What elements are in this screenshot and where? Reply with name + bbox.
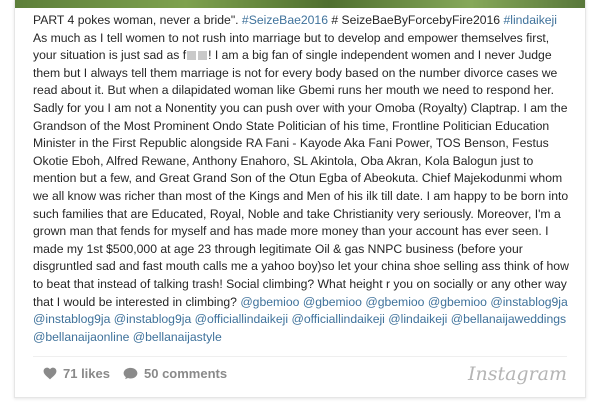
post-footer: 71 likes 50 comments Instagram	[33, 362, 573, 390]
instagram-embed-card: PART 4 pokes woman, never a bride". #Sei…	[14, 0, 586, 398]
comments-count[interactable]: 50 comments	[123, 366, 227, 381]
censored-emoji	[198, 51, 208, 61]
comment-icon	[123, 367, 138, 380]
censored-emoji	[187, 51, 197, 61]
likes-label: 71 likes	[63, 366, 110, 381]
caption-text: PART 4 pokes woman, never a bride".	[33, 13, 242, 27]
comments-label: 50 comments	[144, 366, 228, 381]
caption-text: ! I am a big fan of single independent w…	[33, 48, 569, 309]
footer-divider	[33, 356, 567, 357]
hashtag-lindaikeji[interactable]: #lindaikeji	[503, 13, 557, 27]
post-caption: PART 4 pokes woman, never a bride". #Sei…	[33, 12, 573, 346]
post-photo[interactable]	[15, 0, 585, 8]
hashtag-seizebae2016[interactable]: #SeizeBae2016	[242, 13, 328, 27]
heart-icon	[43, 367, 57, 380]
instagram-logo[interactable]: Instagram	[468, 363, 567, 385]
likes-count[interactable]: 71 likes	[43, 366, 110, 381]
caption-text: # SeizeBaeByForcebyFire2016	[327, 13, 504, 27]
